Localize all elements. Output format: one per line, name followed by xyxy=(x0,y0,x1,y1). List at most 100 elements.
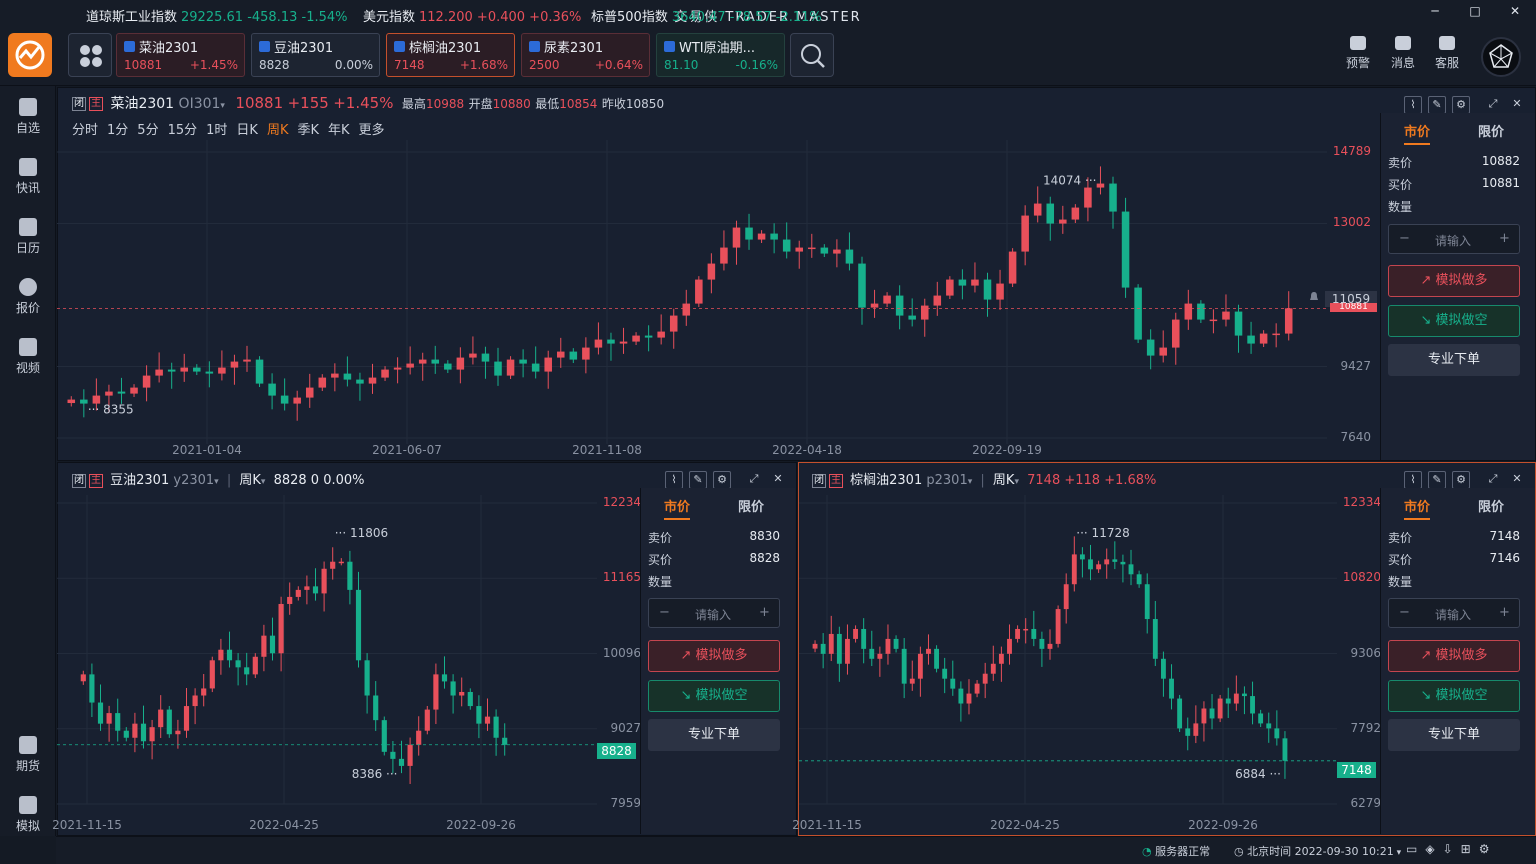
contract-name[interactable]: 豆油2301 xyxy=(110,473,169,488)
apps-grid-button[interactable] xyxy=(68,33,112,77)
sim-long-button[interactable]: ↗ 模拟做多 xyxy=(648,640,780,672)
period-tab[interactable]: 1时 xyxy=(206,123,227,138)
contract-name[interactable]: 棕榈油2301 xyxy=(850,473,922,488)
sidebar-item-calendar[interactable]: 日历 xyxy=(0,218,56,256)
sim-short-button[interactable]: ↘ 模拟做空 xyxy=(1388,680,1520,712)
draw-icon[interactable]: ✎ xyxy=(689,471,707,489)
sim-long-button[interactable]: ↗ 模拟做多 xyxy=(1388,265,1520,297)
gear-icon[interactable]: ⚙ xyxy=(1479,842,1498,856)
ticker-card[interactable]: WTI原油期... 81.10 -0.16% xyxy=(656,33,785,77)
layout-icon[interactable]: ⊞ xyxy=(1461,842,1479,856)
period-tab[interactable]: 1分 xyxy=(107,123,128,138)
pro-order-button[interactable]: 专业下单 xyxy=(1388,344,1520,376)
chevron-down-icon[interactable]: ▾ xyxy=(968,477,973,487)
chevron-down-icon[interactable]: ▾ xyxy=(220,101,225,111)
period-tab[interactable]: 周K xyxy=(267,123,289,138)
sidebar-item-quotes[interactable]: 报价 xyxy=(0,278,56,316)
draw-icon[interactable]: ✎ xyxy=(1428,471,1446,489)
tab-market-price[interactable]: 市价 xyxy=(644,496,710,520)
maximize-button[interactable]: □ xyxy=(1460,4,1490,24)
sidebar-item-video[interactable]: 视频 xyxy=(0,338,56,376)
period-tab[interactable]: 更多 xyxy=(359,123,385,138)
draw-icon[interactable]: ✎ xyxy=(1428,96,1446,114)
soy-candlestick-chart[interactable]: ··· 11806 8386 ··· xyxy=(57,495,597,820)
tab-limit-price[interactable]: 限价 xyxy=(1458,496,1524,515)
quantity-placeholder[interactable]: 请输入 xyxy=(695,606,731,623)
pro-order-button[interactable]: 专业下单 xyxy=(1388,719,1520,751)
avatar[interactable] xyxy=(1481,37,1521,77)
search-button[interactable] xyxy=(790,33,834,77)
sidebar-item-futures[interactable]: 期货 xyxy=(0,736,56,774)
clock[interactable]: ◷ 北京时间 2022-09-30 10:21 ▾ xyxy=(1234,843,1401,859)
palm-candlestick-chart[interactable]: ··· 11728 6884 ··· xyxy=(799,495,1337,820)
period-select[interactable]: 周K xyxy=(993,473,1015,488)
pro-order-button[interactable]: 专业下单 xyxy=(648,719,780,751)
quantity-placeholder[interactable]: 请输入 xyxy=(1435,606,1471,623)
close-panel-icon[interactable]: ✕ xyxy=(1508,471,1526,489)
chevron-down-icon[interactable]: ▾ xyxy=(214,477,219,487)
tab-limit-price[interactable]: 限价 xyxy=(718,496,784,515)
indicator-icon[interactable]: ⌇ xyxy=(1404,96,1422,114)
minimize-button[interactable]: ─ xyxy=(1420,4,1450,24)
minus-icon[interactable]: − xyxy=(659,605,670,620)
sidebar-item-news[interactable]: 快讯 xyxy=(0,158,56,196)
period-tab[interactable]: 15分 xyxy=(168,123,198,138)
settings-icon[interactable]: ⚙ xyxy=(1452,471,1470,489)
expand-icon[interactable]: ⤢ xyxy=(1484,471,1502,489)
index-quote[interactable]: 美元指数 112.200 +0.400 +0.36% xyxy=(363,6,581,25)
contract-code[interactable]: p2301 xyxy=(926,473,967,488)
ticker-card[interactable]: 豆油2301 8828 0.00% xyxy=(251,33,380,77)
quantity-stepper[interactable]: − 请输入 + xyxy=(1388,598,1520,628)
tab-limit-price[interactable]: 限价 xyxy=(1458,121,1524,140)
tab-market-price[interactable]: 市价 xyxy=(1384,121,1450,145)
expand-icon[interactable]: ⤢ xyxy=(1484,96,1502,114)
ticker-card[interactable]: 尿素2301 2500 +0.64% xyxy=(521,33,650,77)
message-button[interactable]: 消息 xyxy=(1383,36,1423,71)
quantity-stepper[interactable]: − 请输入 + xyxy=(648,598,780,628)
period-tab[interactable]: 分时 xyxy=(72,123,98,138)
main-candlestick-chart[interactable]: 14074 ··· ··· 8355 xyxy=(57,140,1327,460)
index-quote[interactable]: 道琼斯工业指数 29225.61 -458.13 -1.54% xyxy=(86,6,348,25)
plus-icon[interactable]: + xyxy=(1499,605,1510,620)
ticker-card[interactable]: 菜油2301 10881 +1.45% xyxy=(116,33,245,77)
period-tab[interactable]: 5分 xyxy=(137,123,158,138)
close-button[interactable]: ✕ xyxy=(1500,4,1530,24)
app-logo[interactable] xyxy=(8,33,52,77)
close-panel-icon[interactable]: ✕ xyxy=(1508,96,1526,114)
tab-market-price[interactable]: 市价 xyxy=(1384,496,1450,520)
status-tools[interactable]: ▭◈⇩⊞⚙ xyxy=(1406,842,1497,856)
plus-icon[interactable]: + xyxy=(1499,231,1510,246)
period-tab[interactable]: 季K xyxy=(297,123,319,138)
period-tab[interactable]: 年K xyxy=(328,123,350,138)
expand-icon[interactable]: ⤢ xyxy=(745,471,763,489)
alert-button[interactable]: 预警 xyxy=(1338,36,1378,71)
quantity-stepper[interactable]: − 请输入 + xyxy=(1388,224,1520,254)
index-quote[interactable]: 标普500指数 3640.47 -78.57 -2.11% xyxy=(591,6,822,25)
settings-icon[interactable]: ⚙ xyxy=(713,471,731,489)
ticker-card[interactable]: 棕榈油2301 7148 +1.68% xyxy=(386,33,515,77)
indicator-icon[interactable]: ⌇ xyxy=(1404,471,1422,489)
close-panel-icon[interactable]: ✕ xyxy=(769,471,787,489)
sim-short-button[interactable]: ↘ 模拟做空 xyxy=(1388,305,1520,337)
support-button[interactable]: 客服 xyxy=(1427,36,1467,71)
download-icon[interactable]: ⇩ xyxy=(1443,842,1461,856)
window-icon[interactable]: ▭ xyxy=(1406,842,1425,856)
chevron-down-icon[interactable]: ▾ xyxy=(261,477,266,487)
indicator-icon[interactable]: ⌇ xyxy=(665,471,683,489)
contract-name[interactable]: 菜油2301 xyxy=(110,96,174,112)
plus-icon[interactable]: + xyxy=(759,605,770,620)
minus-icon[interactable]: − xyxy=(1399,605,1410,620)
period-select[interactable]: 周K xyxy=(239,473,261,488)
settings-icon[interactable]: ⚙ xyxy=(1452,96,1470,114)
sidebar-item-watchlist[interactable]: 自选 xyxy=(0,98,56,136)
bell-icon[interactable] xyxy=(1308,291,1320,303)
contract-code[interactable]: OI301 xyxy=(179,96,221,112)
sim-short-button[interactable]: ↘ 模拟做空 xyxy=(648,680,780,712)
sim-long-button[interactable]: ↗ 模拟做多 xyxy=(1388,640,1520,672)
chevron-down-icon[interactable]: ▾ xyxy=(1014,477,1019,487)
minus-icon[interactable]: − xyxy=(1399,231,1410,246)
shield-icon[interactable]: ◈ xyxy=(1425,842,1442,856)
contract-code[interactable]: y2301 xyxy=(173,473,214,488)
period-tab[interactable]: 日K xyxy=(236,123,258,138)
quantity-placeholder[interactable]: 请输入 xyxy=(1435,232,1471,249)
